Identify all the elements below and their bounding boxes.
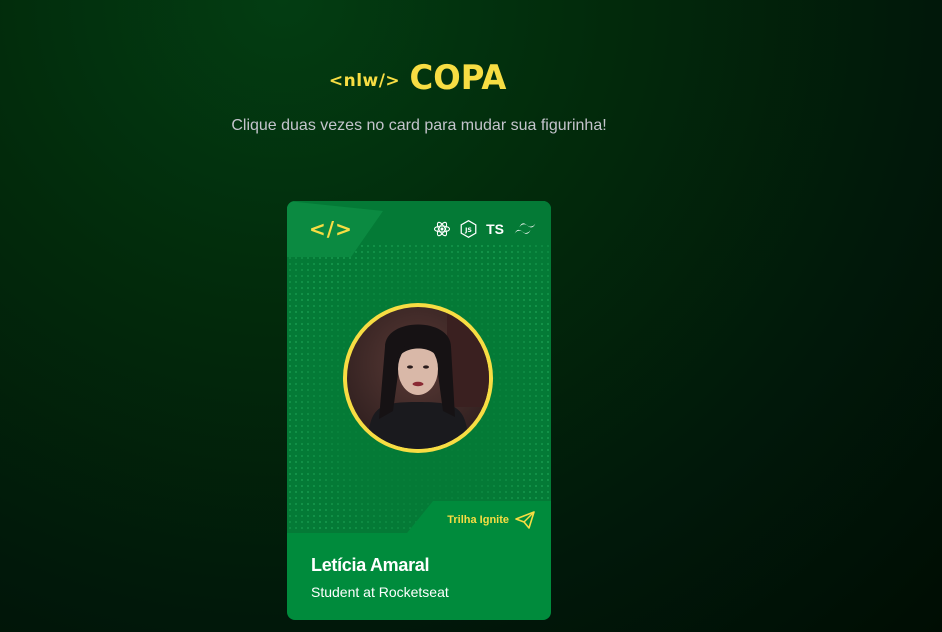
- nodejs-icon: JS: [460, 220, 477, 238]
- user-role: Student at Rocketseat: [311, 584, 449, 600]
- tech-icons: JS TS: [433, 220, 537, 238]
- svg-text:JS: JS: [464, 227, 472, 234]
- nlw-logo: <nlw/>: [328, 71, 401, 91]
- track-badge: Trilha Ignite: [447, 511, 535, 529]
- tailwind-icon: [514, 223, 536, 234]
- avatar-photo: [347, 307, 489, 449]
- code-icon: </>: [309, 217, 353, 241]
- card-info: Letícia Amaral Student at Rocketseat: [311, 555, 449, 600]
- profile-card[interactable]: </> JS TS Trilha Ignite Letícia Amaral S…: [287, 201, 551, 620]
- typescript-icon: TS: [486, 221, 504, 237]
- avatar[interactable]: [347, 307, 489, 449]
- react-icon: [434, 221, 451, 237]
- app-header: <nlw/> COPA: [0, 58, 838, 98]
- avatar-ring: [343, 303, 493, 453]
- paper-plane-icon: [515, 511, 535, 529]
- copa-logo: COPA: [409, 58, 507, 98]
- track-label: Trilha Ignite: [447, 514, 509, 526]
- page-subtitle: Clique duas vezes no card para mudar sua…: [231, 117, 607, 134]
- user-name: Letícia Amaral: [311, 555, 430, 575]
